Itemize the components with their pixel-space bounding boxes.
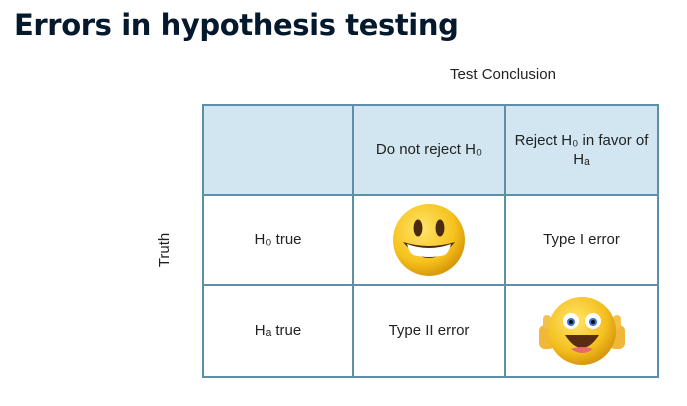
type-i-error-cell: Type I error — [506, 196, 657, 286]
column-caption: Test Conclusion — [450, 66, 556, 83]
correct-decision-cell — [354, 196, 506, 286]
decision-table: Do not reject H₀ Reject H₀ in favor of H… — [202, 104, 659, 378]
thumbs-up-face-icon — [538, 297, 625, 365]
header-reject: Reject H₀ in favor of Hₐ — [506, 106, 657, 196]
header-do-not-reject: Do not reject H₀ — [354, 106, 506, 196]
correct-decision-cell-2 — [506, 286, 657, 376]
type-ii-error-cell: Type II error — [354, 286, 506, 376]
smiling-face-icon — [393, 204, 465, 276]
row-label-h0-true: H₀ true — [204, 196, 354, 286]
page-title: Errors in hypothesis testing — [14, 8, 459, 42]
table-corner-cell — [204, 106, 354, 196]
row-label-ha-true: Hₐ true — [204, 286, 354, 376]
row-caption: Truth — [156, 232, 173, 268]
